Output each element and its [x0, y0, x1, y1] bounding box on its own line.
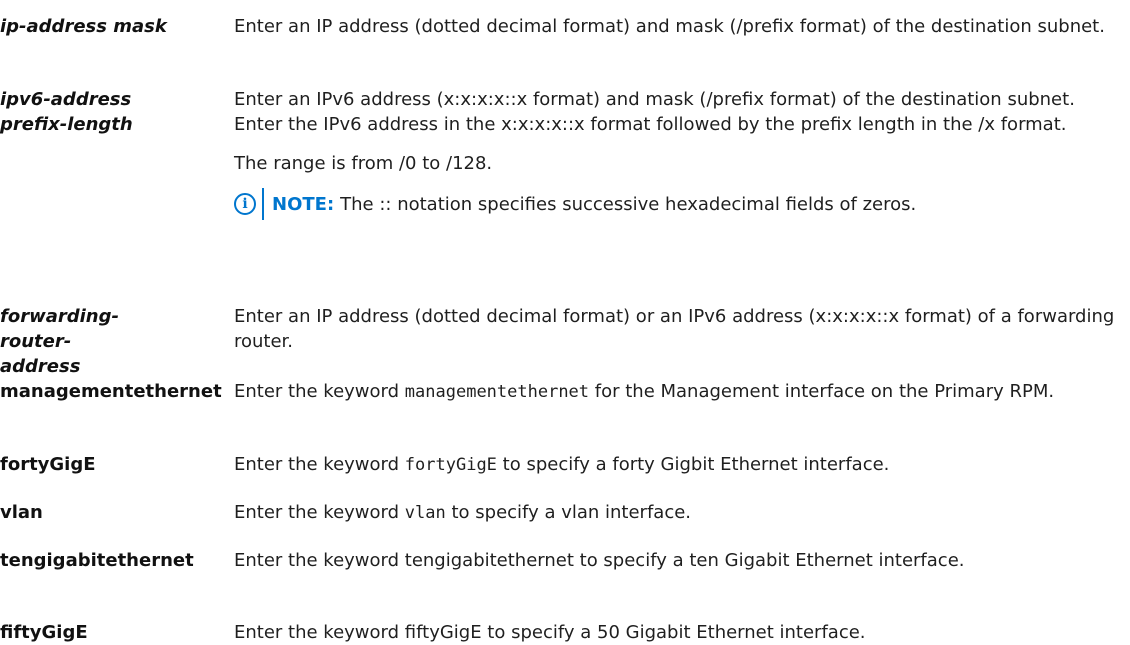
param-description: Enter an IPv6 address (x:x:x:x::x format…: [234, 87, 1124, 220]
param-term: vlan: [0, 502, 43, 523]
keyword-code: fortyGigE: [404, 455, 497, 475]
param-term: fiftyGigE: [0, 622, 88, 643]
param-term: ip-address mask: [0, 16, 167, 37]
description-prefix: Enter the keyword: [234, 502, 400, 523]
param-term: ipv6-address prefix-length: [0, 89, 133, 135]
param-term: tengigabitethernet: [0, 550, 194, 571]
param-term: fortyGigE: [0, 454, 96, 475]
param-description: Enter an IP address (dotted decimal form…: [234, 14, 1124, 39]
description-text: Enter an IPv6 address (x:x:x:x::x format…: [234, 89, 1075, 135]
description-text: Enter the keyword vlan to specify a vlan…: [234, 500, 1124, 526]
keyword-code: managementethernet: [404, 382, 590, 402]
param-description: Enter the keyword fiftyGigE to specify a…: [234, 620, 1124, 645]
description-prefix: Enter the keyword: [234, 454, 400, 475]
param-description: Enter the keyword fortyGigE to specify a…: [234, 452, 1124, 478]
info-icon: i: [234, 193, 256, 215]
note-divider: [262, 188, 264, 220]
description-text: Enter the keyword fortyGigE to specify a…: [234, 452, 1124, 478]
param-description: Enter an IP address (dotted decimal form…: [234, 304, 1124, 354]
description-text: Enter the keyword managementethernet for…: [234, 379, 1124, 405]
note-text: The :: notation specifies successive hex…: [340, 193, 917, 215]
description-text: Enter an IP address (dotted decimal form…: [234, 16, 1105, 37]
description-prefix: Enter the keyword: [234, 381, 400, 402]
param-description: Enter the keyword managementethernet for…: [234, 379, 1124, 405]
note-callout: i NOTE: The :: notation specifies succes…: [234, 188, 1124, 220]
description-text: Enter the keyword tengigabitethernet to …: [234, 550, 965, 571]
description-text: Enter the keyword fiftyGigE to specify a…: [234, 622, 866, 643]
range-text: The range is from /0 to /128.: [234, 153, 493, 174]
param-term: forwarding-router-address: [0, 306, 119, 377]
description-text: Enter an IP address (dotted decimal form…: [234, 306, 1115, 352]
keyword-code: vlan: [404, 503, 446, 523]
description-suffix: to specify a vlan interface.: [451, 502, 692, 523]
param-term: managementethernet: [0, 381, 222, 402]
param-description: Enter the keyword tengigabitethernet to …: [234, 548, 1124, 573]
note-label: NOTE:: [272, 193, 335, 215]
description-suffix: for the Management interface on the Prim…: [594, 381, 1055, 402]
param-description: Enter the keyword vlan to specify a vlan…: [234, 500, 1124, 526]
description-suffix: to specify a forty Gigbit Ethernet inter…: [502, 454, 890, 475]
